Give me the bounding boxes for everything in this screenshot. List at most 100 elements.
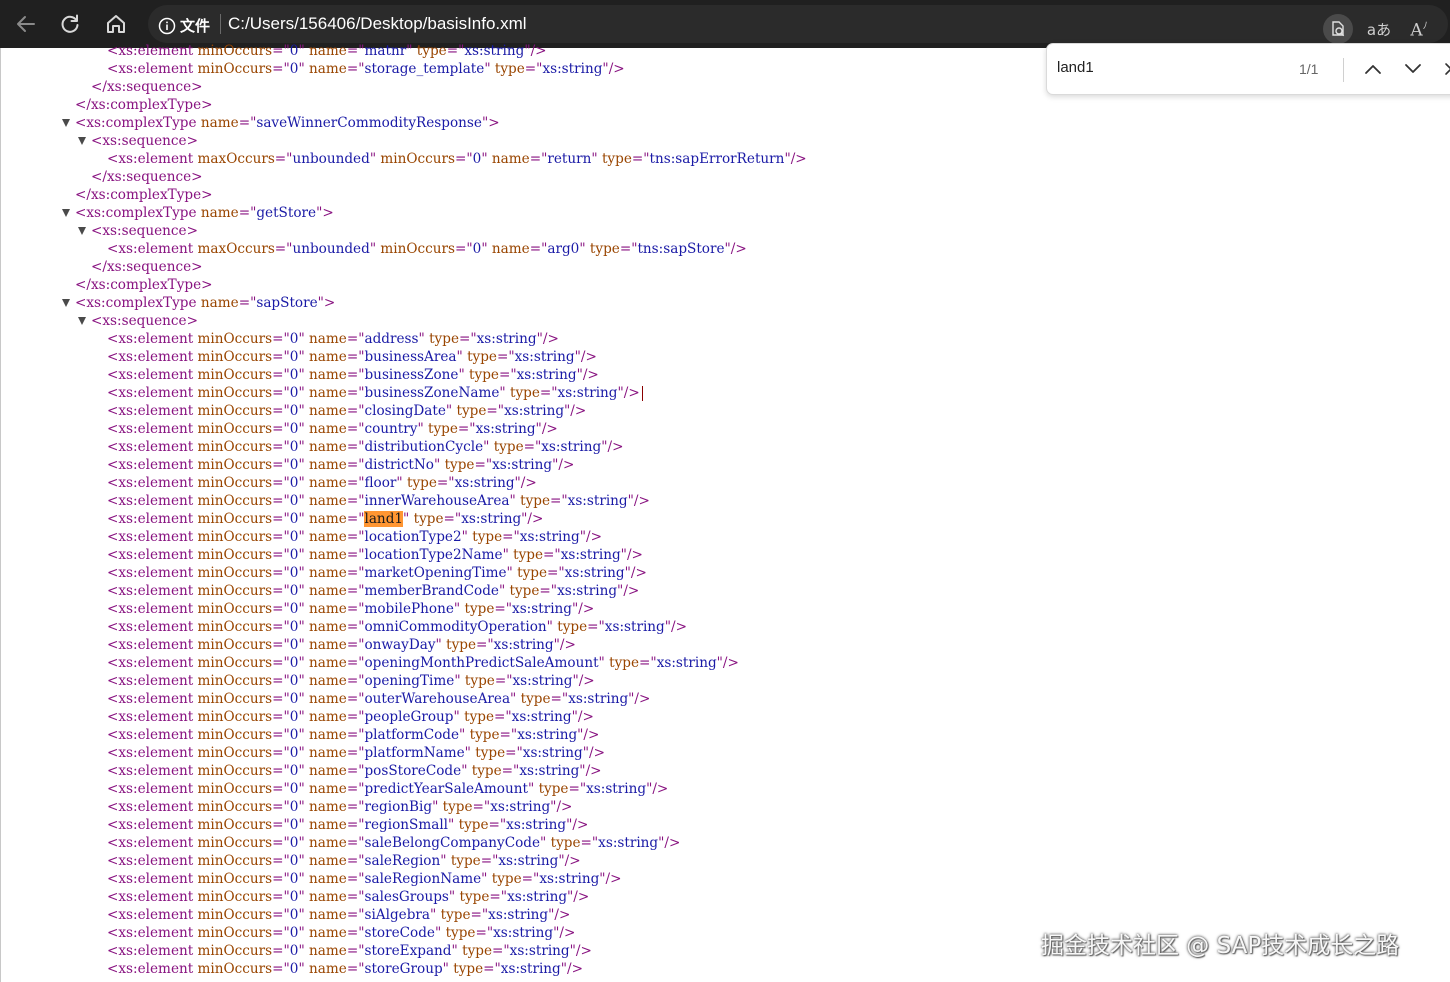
xml-punct: " [298, 871, 305, 887]
xml-attr-value: xs:string [511, 709, 572, 725]
xml-punct: =" [272, 943, 290, 959]
xml-attr-name: name [309, 925, 347, 941]
xml-attr-value: xs:string [512, 673, 573, 689]
xml-punct: " [435, 637, 442, 653]
xml-punct: " [298, 601, 305, 617]
xml-attr-name: maxOccurs [197, 241, 275, 257]
xml-punct: " [298, 673, 305, 689]
url-text[interactable]: C:/Users/156406/Desktop/basisInfo.xml [228, 14, 527, 34]
xml-punct: =" [455, 151, 473, 167]
xml-punct: " [298, 637, 305, 653]
xml-punct: =" [476, 637, 494, 653]
home-icon[interactable] [98, 6, 134, 42]
xml-attr-name: minOccurs [197, 727, 273, 743]
back-arrow-icon[interactable] [8, 6, 44, 42]
xml-punct: =" [346, 853, 365, 869]
xml-attr-value: storeGroup [364, 961, 443, 977]
chevron-down-icon[interactable] [1399, 56, 1427, 82]
xml-attr-value: districtNo [364, 457, 434, 473]
close-icon[interactable] [1437, 56, 1450, 82]
chevron-up-icon[interactable] [1359, 56, 1387, 82]
find-on-page-icon[interactable] [1323, 14, 1353, 44]
xml-attr-name: name [309, 943, 347, 959]
xml-attr-name: minOccurs [197, 871, 273, 887]
xml-tag: /> [580, 349, 597, 365]
xml-attr-name: type [520, 691, 551, 707]
xml-punct: =" [346, 511, 365, 527]
address-bar[interactable]: 文件 C:/Users/156406/Desktop/basisInfo.xml… [148, 5, 1448, 44]
xml-attr-name: name [309, 583, 347, 599]
xml-punct: =" [436, 475, 455, 491]
xml-punct: =" [631, 151, 650, 167]
xml-line-content: <xs:element minOccurs="0" name="omniComm… [107, 618, 687, 636]
xml-tag: <xs:element [107, 961, 194, 977]
xml-attr-value: saleRegion [364, 853, 441, 869]
xml-tag: /> [564, 853, 581, 869]
xml-attr-value: outerWarehouseArea [364, 691, 511, 707]
xml-punct: =" [524, 61, 543, 77]
xml-punct: =" [346, 61, 365, 77]
xml-attr-name: type [464, 673, 495, 689]
xml-attr-name: type [589, 241, 620, 257]
xml-attr-value: platformCode [364, 727, 460, 743]
xml-attr-value: storage_template [364, 61, 485, 77]
xml-attr-value: xs:string [461, 511, 522, 527]
site-info-button[interactable]: 文件 [158, 15, 210, 36]
xml-punct: =" [272, 493, 290, 509]
xml-punct: " [298, 763, 305, 779]
xml-attr-name: type [453, 961, 484, 977]
xml-attr-name: name [309, 709, 347, 725]
xml-punct: " [481, 241, 488, 257]
xml-punct: " [298, 385, 305, 401]
xml-attr-name: minOccurs [380, 241, 455, 257]
xml-attr-name: name [309, 565, 347, 581]
xml-punct: =" [272, 475, 290, 491]
xml-attr-value: siAlgebra [364, 907, 431, 923]
xml-attr-name: name [309, 529, 347, 545]
xml-punct: " [502, 547, 509, 563]
xml-line-content: <xs:element minOccurs="0" name="location… [107, 528, 602, 546]
xml-attr-name: minOccurs [197, 457, 273, 473]
xml-tag: > [488, 115, 500, 131]
xml-punct: " [418, 331, 425, 347]
xml-attr-name: name [309, 367, 347, 383]
xml-tag: <xs:element [107, 529, 194, 545]
xml-punct: =" [492, 943, 510, 959]
xml-attr-value: xs:string [541, 439, 602, 455]
xml-attr-name: name [309, 907, 347, 923]
collapse-triangle-icon[interactable] [78, 317, 86, 325]
xml-attr-name: minOccurs [197, 439, 273, 455]
xml-attr-name: name [309, 637, 347, 653]
xml-punct: =" [272, 637, 290, 653]
xml-tag: <xs:element [107, 727, 194, 743]
collapse-triangle-icon[interactable] [62, 209, 70, 217]
xml-line-content: <xs:element minOccurs="0" name="storeCod… [107, 924, 575, 942]
collapse-triangle-icon[interactable] [78, 137, 86, 145]
xml-attr-name: name [309, 601, 347, 617]
xml-punct: =" [272, 565, 290, 581]
xml-tag: </xs:complexType> [75, 277, 213, 293]
find-input[interactable]: land1 [1057, 59, 1094, 76]
xml-punct: =" [272, 601, 290, 617]
translate-icon[interactable]: aあ [1364, 14, 1394, 44]
collapse-triangle-icon[interactable] [62, 299, 70, 307]
xml-attr-name: type [469, 727, 500, 743]
collapse-triangle-icon[interactable] [78, 227, 86, 235]
xml-punct: =" [489, 889, 508, 905]
xml-tag: > [186, 223, 198, 239]
xml-punct: =" [346, 583, 365, 599]
xml-tag: </xs:complexType> [75, 97, 213, 113]
xml-attr-value: xs:string [560, 547, 621, 563]
xml-punct: =" [529, 241, 548, 257]
xml-punct: =" [346, 493, 365, 509]
refresh-icon[interactable] [52, 6, 88, 42]
xml-tag: <xs:complexType [75, 115, 197, 131]
xml-attr-name: name [309, 655, 347, 671]
collapse-triangle-icon[interactable] [62, 119, 70, 127]
xml-tag: /> [630, 565, 647, 581]
xml-punct: =" [488, 817, 507, 833]
xml-tag: /> [671, 619, 688, 635]
read-aloud-icon[interactable]: Aﾉ [1404, 14, 1434, 44]
xml-attr-value: xs:string [493, 637, 554, 653]
xml-tag: /> [730, 241, 747, 257]
